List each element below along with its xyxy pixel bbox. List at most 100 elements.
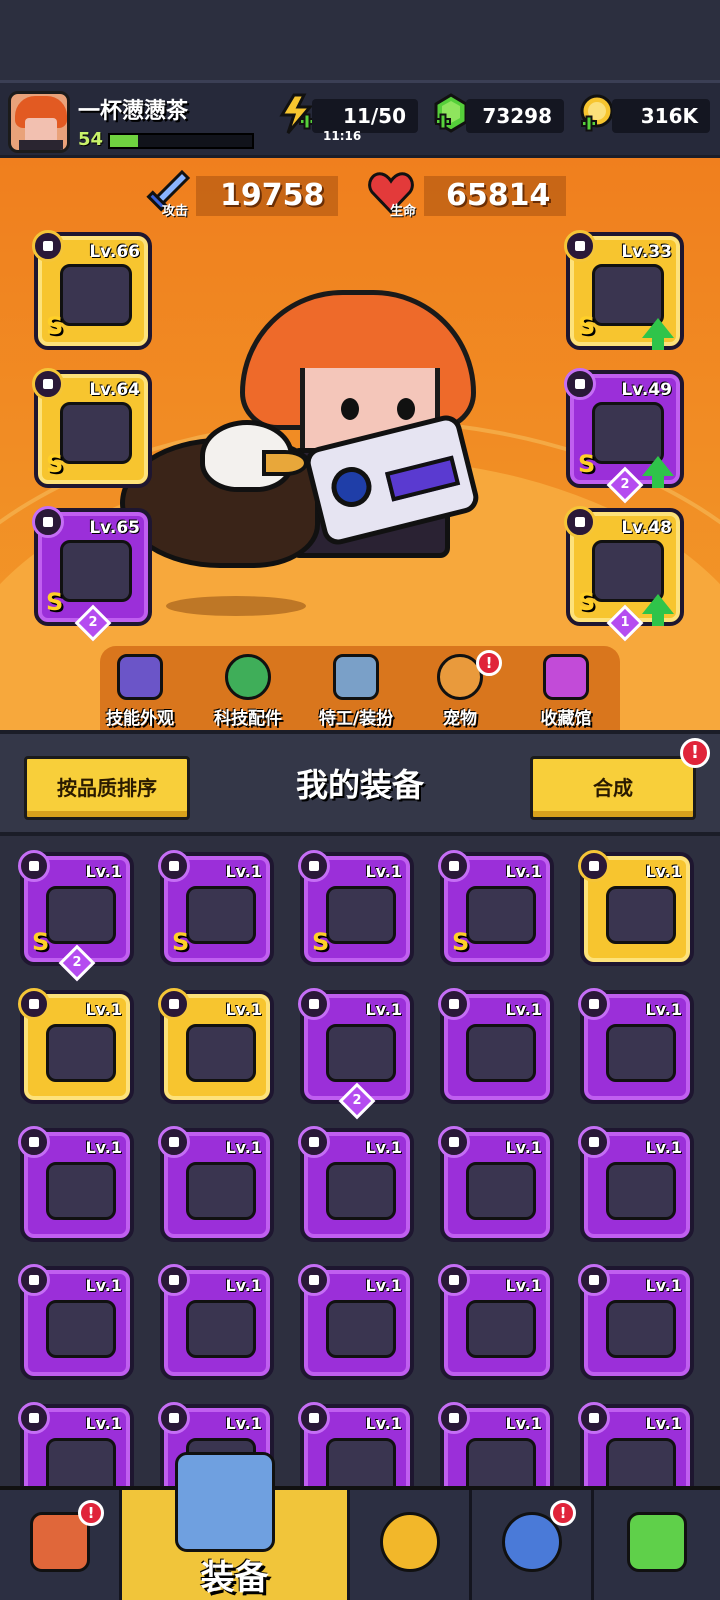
item-level: Lv.1 bbox=[85, 1276, 122, 1295]
game-screen: 一杯懑懑茶 54 11/50 11:16 73298 316K 攻击 19758… bbox=[0, 0, 720, 1600]
feature-skill-skin[interactable]: 技能外观 bbox=[90, 654, 190, 729]
item-level: Lv.1 bbox=[85, 1414, 122, 1433]
equipment-slot[interactable]: Lv.1 bbox=[438, 1402, 554, 1486]
item-icon bbox=[46, 1162, 116, 1220]
inventory-item[interactable]: Lv.1 bbox=[158, 1126, 274, 1242]
equipment-slot[interactable]: Lv.1 bbox=[18, 1126, 134, 1242]
equipment-slot[interactable]: Lv.1 bbox=[578, 1402, 694, 1486]
inventory-item[interactable]: Lv.1 2 bbox=[298, 988, 414, 1120]
equipment-slot[interactable]: Lv.1 bbox=[578, 850, 694, 966]
nav-shop[interactable]: ! bbox=[0, 1490, 122, 1600]
merge-button[interactable]: 合成 bbox=[530, 756, 696, 820]
equipment-slot[interactable]: Lv.66 S bbox=[32, 230, 152, 350]
equipment-slot[interactable]: Lv.1 S 2 bbox=[18, 850, 134, 982]
nav-talent[interactable] bbox=[594, 1490, 720, 1600]
equipment-slot[interactable]: Lv.1 2 bbox=[298, 988, 414, 1120]
equipment-slot[interactable]: Lv.1 S bbox=[438, 850, 554, 966]
slot-type-icon bbox=[298, 988, 330, 1020]
feature-tech-parts[interactable]: 科技配件 bbox=[198, 654, 298, 729]
xp-fill bbox=[110, 135, 139, 147]
inventory-item[interactable]: Lv.1 bbox=[578, 988, 694, 1104]
item-grade: S bbox=[578, 312, 596, 340]
equipment-slot[interactable]: Lv.1 bbox=[578, 988, 694, 1104]
nav-battle[interactable] bbox=[350, 1490, 472, 1600]
inventory-item[interactable]: Lv.1 S bbox=[438, 850, 554, 966]
item-level: Lv.1 bbox=[365, 1000, 402, 1019]
coin-count: 316K bbox=[612, 99, 710, 133]
equipment-slot[interactable]: Lv.64 S bbox=[32, 368, 152, 488]
inventory-item[interactable]: Lv.1 S bbox=[158, 850, 274, 966]
coin-icon[interactable] bbox=[578, 93, 616, 135]
item-level: Lv.1 bbox=[225, 1414, 262, 1433]
gem-icon[interactable] bbox=[432, 93, 470, 135]
equipment-slot[interactable]: Lv.1 bbox=[438, 1126, 554, 1242]
feature-collection[interactable]: 收藏馆 bbox=[516, 654, 616, 729]
item-icon bbox=[606, 1024, 676, 1082]
equipment-slot[interactable]: Lv.49 S 2 bbox=[564, 368, 684, 504]
equipment-slot[interactable]: Lv.1 bbox=[158, 1126, 274, 1242]
feature-pets[interactable]: 宠物 ! bbox=[410, 650, 510, 729]
equipment-title: 我的装备 bbox=[295, 766, 424, 804]
inventory-item[interactable]: Lv.1 bbox=[18, 1126, 134, 1242]
inventory-item[interactable]: Lv.1 bbox=[438, 1264, 554, 1380]
feature-agent-outfit[interactable]: 特工/装扮 bbox=[306, 654, 406, 729]
inventory-item[interactable]: Lv.1 bbox=[578, 850, 694, 966]
equipment-slot[interactable]: Lv.1 bbox=[158, 1264, 274, 1380]
inventory-item[interactable]: Lv.1 bbox=[438, 1126, 554, 1242]
inventory-item[interactable]: Lv.1 bbox=[438, 1402, 554, 1486]
equipment-slot[interactable]: Lv.1 bbox=[438, 1264, 554, 1380]
inventory-item[interactable]: Lv.1 bbox=[298, 1402, 414, 1486]
inventory-item[interactable]: Lv.1 bbox=[578, 1264, 694, 1380]
inventory-item[interactable]: Lv.1 S bbox=[298, 850, 414, 966]
equipment-slot[interactable]: Lv.1 bbox=[298, 1264, 414, 1380]
inventory-item[interactable]: Lv.1 bbox=[578, 1402, 694, 1486]
item-level: Lv.1 bbox=[505, 1000, 542, 1019]
slot-type-icon bbox=[158, 850, 190, 882]
dna-icon bbox=[627, 1512, 687, 1572]
nav-pets[interactable]: ! bbox=[472, 1490, 594, 1600]
slot-type-icon bbox=[32, 506, 64, 538]
equipment-slot[interactable]: Lv.1 bbox=[578, 1264, 694, 1380]
equipment-slot[interactable]: Lv.1 bbox=[158, 988, 274, 1104]
item-level: Lv.66 bbox=[89, 242, 140, 262]
player-avatar[interactable] bbox=[8, 91, 70, 153]
equipment-slot[interactable]: Lv.1 bbox=[18, 988, 134, 1104]
slot-type-icon bbox=[564, 368, 596, 400]
inventory-item[interactable]: Lv.1 bbox=[158, 1264, 274, 1380]
energy-timer: 11:16 bbox=[323, 129, 362, 143]
inventory-item[interactable]: Lv.1 bbox=[298, 1126, 414, 1242]
equipment-slot[interactable]: Lv.1 bbox=[438, 988, 554, 1104]
energy-icon[interactable] bbox=[278, 93, 316, 135]
inventory-item[interactable]: Lv.1 bbox=[18, 1402, 134, 1486]
equipment-slot[interactable]: Lv.1 bbox=[18, 1402, 134, 1486]
inventory-item[interactable]: Lv.1 S 2 bbox=[18, 850, 134, 982]
item-level: Lv.1 bbox=[85, 1138, 122, 1157]
equipment-slot[interactable]: Lv.1 bbox=[298, 1402, 414, 1486]
item-icon bbox=[186, 1300, 256, 1358]
sort-by-quality-button[interactable]: 按品质排序 bbox=[24, 756, 190, 820]
inventory-item[interactable]: Lv.1 bbox=[158, 988, 274, 1104]
inventory-item[interactable]: Lv.1 bbox=[578, 1126, 694, 1242]
equipment-slot[interactable]: Lv.65 S 2 bbox=[32, 506, 152, 642]
equipment-slot[interactable]: Lv.1 S bbox=[158, 850, 274, 966]
item-icon bbox=[606, 886, 676, 944]
equipment-slot[interactable]: Lv.1 bbox=[578, 1126, 694, 1242]
slot-type-icon bbox=[298, 1402, 330, 1434]
equipment-slot[interactable]: Lv.1 bbox=[298, 1126, 414, 1242]
hp-value: 65814 bbox=[424, 176, 566, 216]
eagle-beak bbox=[262, 450, 308, 476]
item-level: Lv.1 bbox=[365, 1138, 402, 1157]
inventory-item[interactable]: Lv.1 bbox=[18, 988, 134, 1104]
inventory-item[interactable]: Lv.1 bbox=[18, 1264, 134, 1380]
weapon-core bbox=[327, 462, 376, 512]
equipment-slot[interactable]: Lv.1 bbox=[18, 1264, 134, 1380]
inventory-item[interactable]: Lv.1 bbox=[298, 1264, 414, 1380]
inventory-item[interactable]: Lv.1 bbox=[438, 988, 554, 1104]
equipment-slot[interactable]: Lv.33 S bbox=[564, 230, 684, 350]
status-bar bbox=[0, 0, 720, 80]
nav-equipment[interactable]: 装备 bbox=[122, 1452, 350, 1600]
item-level: Lv.1 bbox=[505, 1414, 542, 1433]
equipment-slot[interactable]: Lv.1 S bbox=[298, 850, 414, 966]
slot-type-icon bbox=[578, 1264, 610, 1296]
equipment-slot[interactable]: Lv.48 S 1 bbox=[564, 506, 684, 642]
